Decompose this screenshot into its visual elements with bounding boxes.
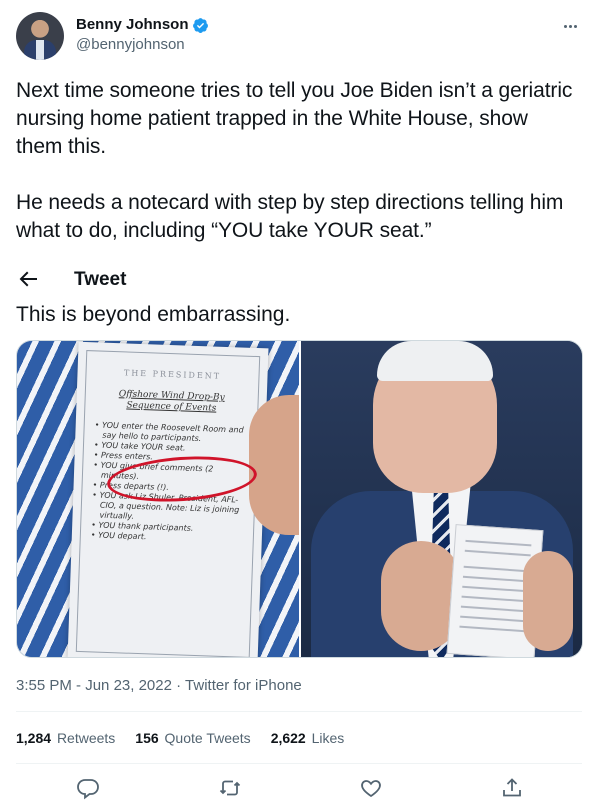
tweet-stats: 1,284 Retweets 156 Quote Tweets 2,622 Li… [16,728,344,748]
avatar[interactable] [16,12,64,60]
likes-label: Likes [311,730,345,746]
likes-count: 2,622 [270,730,306,746]
divider [16,711,582,712]
tweet-time[interactable]: 3:55 PM [16,677,72,694]
media-biden-photo[interactable] [301,341,582,657]
tweet-actions [0,776,598,802]
tweet-meta: 3:55 PM - Jun 23, 2022 · Twitter for iPh… [16,677,302,694]
tweet-header: Benny Johnson @bennyjohnson [16,12,582,64]
like-icon[interactable] [359,776,383,800]
tweet-source[interactable]: Twitter for iPhone [185,677,302,694]
page-title: Tweet [74,269,127,290]
tweet-text: Next time someone tries to tell you Joe … [16,79,573,242]
tweet-date[interactable]: Jun 23, 2022 [85,677,172,694]
retweets-stat[interactable]: 1,284 Retweets [16,728,115,748]
retweets-count: 1,284 [16,730,52,746]
reply-icon[interactable] [76,776,100,800]
quote-tweets-stat[interactable]: 156 Quote Tweets [135,728,250,748]
handle[interactable]: @bennyjohnson [76,35,209,55]
share-icon[interactable] [500,776,524,800]
likes-stat[interactable]: 2,622 Likes [271,728,345,748]
divider [16,763,582,764]
notecard-title: Offshore Wind Drop-By Sequence of Events [118,389,225,414]
quotes-count: 156 [135,730,159,746]
retweet-icon[interactable] [218,776,242,800]
media-notecard-photo[interactable]: THE PRESIDENT Offshore Wind Drop-By Sequ… [17,341,299,657]
retweets-label: Retweets [56,730,116,746]
author-names: Benny Johnson @bennyjohnson [76,15,209,55]
display-name[interactable]: Benny Johnson [76,15,189,35]
quote-text: This is beyond embarrassing. [16,303,291,326]
verified-badge-icon [192,17,208,33]
arrow-left-icon[interactable] [16,267,40,291]
notecard-heading: THE PRESIDENT [123,368,222,381]
sticky-tweet-header: Tweet [0,262,598,296]
hand [249,395,299,535]
tweet-media[interactable]: THE PRESIDENT Offshore Wind Drop-By Sequ… [16,340,583,658]
more-options-icon[interactable] [558,16,582,36]
meta-separator: · [176,677,182,694]
quotes-label: Quote Tweets [164,730,251,746]
